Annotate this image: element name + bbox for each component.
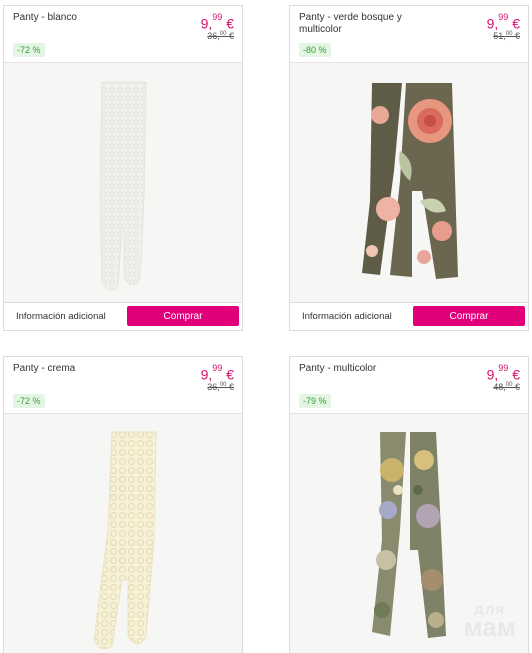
product-card[interactable]: Panty - blanco 9,99 € 36,00 € -72 % Info… [3, 5, 243, 331]
product-name[interactable]: Panty - multicolor [299, 363, 419, 375]
product-name[interactable]: Panty - verde bosque y multicolor [299, 12, 419, 36]
discount-badge: -72 % [13, 43, 45, 57]
watermark: для мам [463, 601, 516, 642]
product-image[interactable] [4, 413, 242, 653]
product-price: 9,99 € [200, 363, 234, 383]
product-price: 9,99 € [200, 12, 234, 32]
product-image[interactable] [4, 62, 242, 302]
product-image[interactable]: для мам [290, 413, 528, 653]
discount-badge: -79 % [299, 394, 331, 408]
product-card[interactable]: Panty - verde bosque y multicolor 9,99 €… [289, 5, 529, 331]
more-info-link[interactable]: Información adicional [16, 311, 106, 322]
more-info-link[interactable]: Información adicional [302, 311, 392, 322]
white-lace-tights-image [99, 81, 147, 291]
product-price: 9,99 € [486, 363, 520, 383]
product-price: 9,99 € [486, 12, 520, 32]
old-price: 48,00 € [493, 382, 520, 392]
product-name[interactable]: Panty - blanco [13, 12, 133, 24]
product-name[interactable]: Panty - crema [13, 363, 133, 375]
product-card[interactable]: Panty - crema 9,99 € 36,00 € -72 % [3, 356, 243, 653]
product-image[interactable] [290, 62, 528, 302]
floral-tights-image [362, 83, 458, 279]
old-price: 51,00 € [493, 31, 520, 41]
old-price: 36,00 € [207, 382, 234, 392]
buy-button[interactable]: Comprar [127, 306, 239, 326]
discount-badge: -80 % [299, 43, 331, 57]
cream-lace-tights-image [93, 431, 157, 650]
multicolor-tights-image [372, 432, 446, 638]
old-price: 36,00 € [207, 31, 234, 41]
product-card[interactable]: Panty - multicolor 9,99 € 48,00 € -79 % … [289, 356, 529, 653]
buy-button[interactable]: Comprar [413, 306, 525, 326]
discount-badge: -72 % [13, 394, 45, 408]
